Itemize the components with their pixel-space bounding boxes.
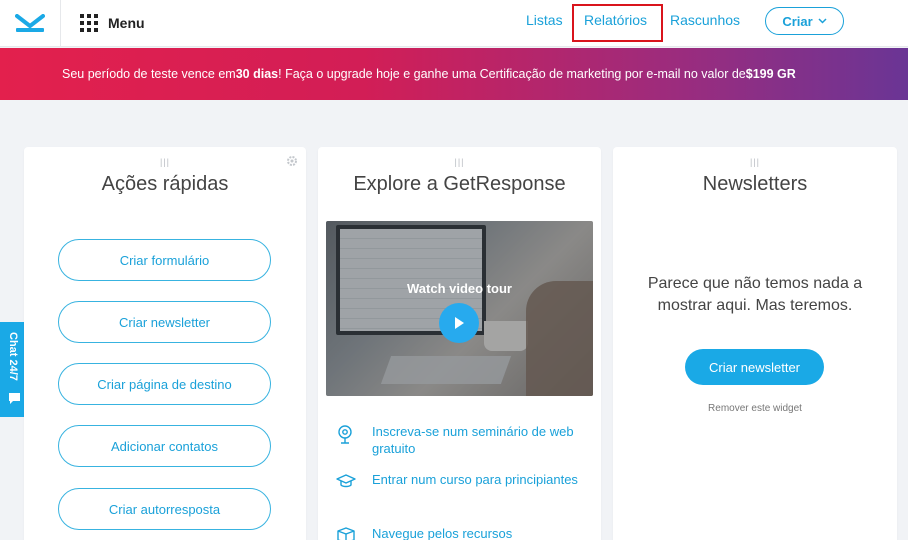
create-newsletter-button[interactable]: Criar newsletter [58,301,271,343]
chat-label: Chat 24/7 [7,332,19,381]
relatorios-highlight-box [572,4,663,42]
quick-actions-title: Ações rápidas [101,173,229,195]
banner-price: $199 GR [745,67,796,81]
menu-button[interactable]: Menu [80,11,145,35]
quick-actions-widget: ||| Ações rápidas Criar formulário Criar… [24,147,306,540]
create-dropdown-button[interactable]: Criar [765,7,844,35]
banner-text-2: ! Faça o upgrade hoje e ganhe uma Certif… [278,67,746,81]
newsletters-empty-message: Parece que não temos nada a mostrar aqui… [647,275,863,314]
drag-handle-icon[interactable]: ||| [750,157,760,167]
getresponse-logo[interactable] [0,0,61,47]
explore-title: Explore a GetResponse [353,173,566,195]
create-label: Criar [782,13,813,29]
resource-browse-label: Navegue pelos recursos [372,526,513,540]
create-autoresponder-button[interactable]: Criar autorresposta [58,488,271,530]
create-form-button[interactable]: Criar formulário [58,239,271,281]
add-contacts-button[interactable]: Adicionar contatos [58,425,271,467]
resource-webinar[interactable]: Inscreva-se num seminário de web gratuit… [336,423,586,457]
box-icon [337,527,355,540]
webinar-icon [338,425,352,444]
resource-course-label: Entrar num curso para principiantes [372,472,578,487]
resource-course[interactable]: Entrar num curso para principiantes [336,471,586,494]
menu-label: Menu [108,15,145,31]
play-icon [455,317,464,329]
drag-handle-icon[interactable]: ||| [454,157,464,167]
envelope-icon [15,13,45,32]
banner-days: 30 dias [235,67,279,81]
create-landing-page-button[interactable]: Criar página de destino [58,363,271,405]
newsletters-widget: ||| Newsletters Parece que não temos nad… [613,147,897,540]
top-navigation-bar: Menu Listas Relatórios Rascunhos Criar [0,0,908,47]
gear-icon[interactable] [286,155,298,167]
grid-menu-icon [80,14,98,32]
video-tour-thumbnail[interactable]: Watch video tour [326,221,593,396]
resource-browse[interactable]: Navegue pelos recursos [336,525,586,540]
drag-handle-icon[interactable]: ||| [160,157,170,167]
explore-widget: ||| Explore a GetResponse Watch video to… [318,147,601,540]
graduation-cap-icon [336,474,356,488]
resource-webinar-label: Inscreva-se num seminário de web gratuit… [372,424,574,456]
nav-link-listas[interactable]: Listas [526,12,563,28]
play-button[interactable] [439,303,479,343]
video-tour-label: Watch video tour [407,281,512,296]
create-newsletter-cta-button[interactable]: Criar newsletter [685,349,824,385]
newsletters-title: Newsletters [702,173,808,195]
chat-bubble-icon [9,393,20,404]
remove-widget-link[interactable]: Remover este widget [613,403,897,414]
trial-banner[interactable]: Seu período de teste vence em 30 dias! F… [0,48,908,100]
banner-text-1: Seu período de teste vence em [62,67,236,81]
chevron-down-icon [818,18,827,24]
nav-link-rascunhos[interactable]: Rascunhos [670,12,740,28]
